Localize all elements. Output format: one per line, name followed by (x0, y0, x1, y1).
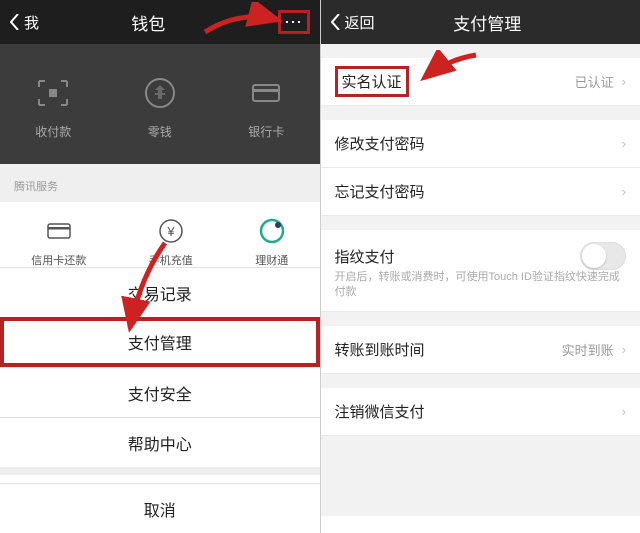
payment-manage-screen: 返回 支付管理 实名认证 已认证 › 修改支付密码 › 忘记支付密码 (321, 0, 640, 533)
payment-header: 返回 支付管理 (321, 0, 640, 44)
cell-change-password[interactable]: 修改支付密码 › (321, 120, 640, 168)
fingerprint-subtitle: 开启后，转账或消费时，可使用Touch ID验证指纹快速完成付款 (321, 270, 640, 311)
chevron-right-icon: › (622, 184, 626, 199)
chevron-right-icon: › (622, 136, 626, 151)
balance-icon (136, 69, 184, 117)
wallet-header: 我 钱包 ⋯ (0, 0, 320, 44)
action-sheet: 交易记录 支付管理 支付安全 帮助中心 取消 (0, 267, 320, 533)
settings-list: 实名认证 已认证 › 修改支付密码 › 忘记支付密码 › 指纹支付 (321, 44, 640, 516)
bank-card-button[interactable]: 银行卡 (242, 69, 290, 140)
svg-text:¥: ¥ (166, 224, 175, 239)
more-icon: ⋯ (284, 12, 303, 33)
cell-deregister-wechat-pay[interactable]: 注销微信支付 › (321, 388, 640, 436)
receive-pay-icon (29, 69, 77, 117)
sheet-item-help[interactable]: 帮助中心 (0, 417, 320, 467)
wallet-top-row: 收付款 零钱 银行卡 (0, 44, 320, 164)
sheet-item-payment-security[interactable]: 支付安全 (0, 367, 320, 417)
service-label: 信用卡还款 (31, 252, 86, 268)
cell-value: 实时到账 (562, 340, 614, 359)
credit-card-icon (44, 216, 74, 246)
wallet-screen: 我 钱包 ⋯ 收付款 零钱 (0, 0, 321, 533)
chevron-right-icon: › (622, 74, 626, 89)
service-label: 理财通 (255, 252, 288, 268)
more-button[interactable]: ⋯ (278, 10, 310, 34)
cell-fingerprint-pay[interactable]: 指纹支付 (321, 230, 640, 270)
yen-icon: ¥ (156, 216, 186, 246)
receive-pay-button[interactable]: 收付款 (29, 69, 77, 140)
sheet-cancel[interactable]: 取消 (0, 483, 320, 533)
balance-button[interactable]: 零钱 (136, 69, 184, 140)
sheet-item-transactions[interactable]: 交易记录 (0, 267, 320, 317)
cell-real-name-auth[interactable]: 实名认证 已认证 › (321, 58, 640, 106)
cell-label: 转账到账时间 (335, 339, 425, 360)
cell-label: 忘记支付密码 (335, 181, 425, 202)
cell-label: 指纹支付 (335, 246, 395, 267)
chevron-right-icon: › (622, 342, 626, 357)
phone-topup-button[interactable]: ¥ 手机充值 (149, 216, 193, 268)
cell-label: 修改支付密码 (335, 133, 425, 154)
chevron-right-icon: › (622, 404, 626, 419)
bank-card-icon (242, 69, 290, 117)
sheet-gap (0, 467, 320, 475)
services-header: 腾讯服务 (0, 174, 320, 202)
bank-card-label: 银行卡 (248, 123, 284, 140)
cell-transfer-time[interactable]: 转账到账时间 实时到账 › (321, 326, 640, 374)
cell-label: 注销微信支付 (335, 401, 425, 422)
finance-icon (257, 216, 287, 246)
cell-forgot-password[interactable]: 忘记支付密码 › (321, 168, 640, 216)
cell-value: 已认证 (575, 72, 614, 91)
wallet-title: 钱包 (19, 10, 277, 35)
sheet-item-payment-manage[interactable]: 支付管理 (0, 317, 320, 367)
services-section: 腾讯服务 信用卡还款 ¥ 手机充值 (0, 164, 320, 278)
credit-card-repay-button[interactable]: 信用卡还款 (31, 216, 86, 268)
receive-pay-label: 收付款 (35, 123, 71, 140)
cell-label: 实名认证 (335, 66, 409, 97)
payment-title: 支付管理 (345, 10, 630, 35)
fingerprint-switch[interactable] (580, 242, 626, 270)
finance-button[interactable]: 理财通 (255, 216, 288, 268)
balance-label: 零钱 (148, 123, 172, 140)
service-label: 手机充值 (149, 252, 193, 268)
